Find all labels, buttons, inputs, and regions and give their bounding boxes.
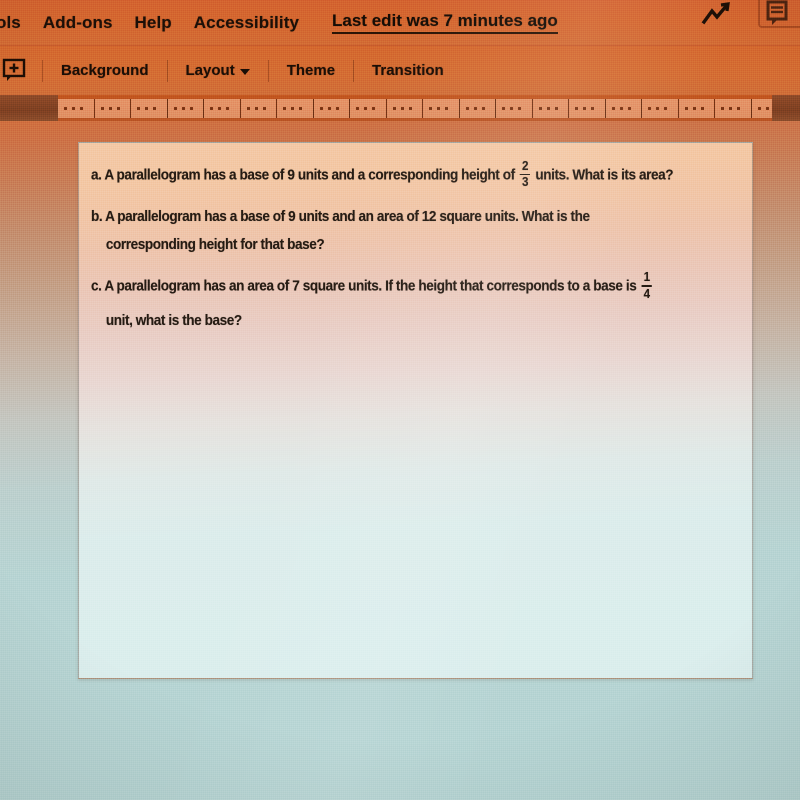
ruler-tick-group (131, 99, 168, 118)
toolbar-divider (166, 59, 168, 82)
menu-item-add-ons[interactable]: Add-ons (32, 13, 124, 33)
fraction-denominator: 3 (521, 175, 529, 190)
ruler-tick-group (350, 99, 387, 118)
question-line: unit, what is the base? (91, 314, 697, 329)
ruler-tick-group (715, 99, 752, 118)
photographed-screen: ols Add-ons Help Accessibility Last edit… (0, 0, 800, 800)
ruler-tick-group (314, 99, 350, 118)
question-text-run: unit, what is the base? (105, 313, 242, 330)
ruler-tick-group (387, 99, 423, 118)
background-button-label: Background (61, 62, 149, 79)
ruler-tick-group (606, 99, 642, 118)
layout-button-label: Layout (185, 62, 235, 79)
menu-item-tools[interactable]: ols (0, 13, 32, 33)
explore-icon[interactable] (700, 0, 734, 34)
fraction-numerator: 1 (643, 270, 650, 285)
last-edit-status[interactable]: Last edit was 7 minutes ago (332, 11, 558, 34)
ruler-right-gutter (772, 95, 800, 121)
question-line: c. A parallelogram has an area of 7 squa… (91, 270, 697, 301)
theme-button[interactable]: Theme (275, 62, 347, 79)
ruler-tick-group (533, 99, 569, 118)
ruler-tick-group (277, 99, 314, 118)
ruler-tick-group (423, 99, 460, 118)
question-text-run: c. A parallelogram has an area of 7 squa… (91, 278, 640, 295)
layout-button[interactable]: Layout (174, 62, 262, 79)
question-text-run: b. A parallelogram has a base of 9 units… (91, 209, 590, 226)
question-c: c. A parallelogram has an area of 7 squa… (91, 270, 697, 329)
present-button[interactable] (758, 0, 800, 28)
question-b: b. A parallelogram has a base of 9 units… (91, 210, 697, 252)
ruler-tick-group (58, 99, 95, 118)
menu-item-help[interactable]: Help (124, 13, 183, 33)
ruler-tick-group (496, 99, 533, 118)
question-a: a. A parallelogram has a base of 9 units… (91, 159, 697, 190)
slide-canvas[interactable]: a. A parallelogram has a base of 9 units… (78, 142, 753, 679)
question-line: a. A parallelogram has a base of 9 units… (91, 159, 697, 190)
question-text-run: units. What is its area? (532, 167, 674, 184)
toolbar-divider (42, 59, 43, 82)
toolbar-divider (267, 59, 269, 82)
fraction: 14 (641, 270, 652, 301)
question-text-box[interactable]: a. A parallelogram has a base of 9 units… (91, 159, 743, 342)
question-line: corresponding height for that base? (91, 236, 697, 253)
menu-bar: ols Add-ons Help Accessibility Last edit… (0, 0, 800, 45)
transition-button-label: Transition (372, 62, 444, 79)
fraction-numerator: 2 (521, 159, 529, 173)
toolbar-divider (353, 59, 355, 82)
transition-button[interactable]: Transition (360, 62, 456, 79)
ruler-tick-group (241, 99, 277, 118)
ruler-tick-group (569, 99, 606, 118)
question-line: b. A parallelogram has a base of 9 units… (91, 210, 697, 225)
ruler-left-gutter (0, 95, 58, 121)
new-slide-icon[interactable] (2, 58, 28, 84)
fraction-denominator: 4 (643, 286, 650, 301)
slides-toolbar: Background Layout Theme Transition (0, 45, 800, 95)
horizontal-ruler[interactable] (58, 99, 772, 118)
ruler-tick-group (460, 99, 496, 118)
ruler-tick-group (204, 99, 241, 118)
chevron-down-icon (239, 69, 250, 75)
ruler-tick-group (95, 99, 131, 118)
theme-button-label: Theme (286, 62, 336, 79)
ruler-tick-group (752, 99, 773, 118)
ruler-tick-group (679, 99, 715, 118)
question-text-run: a. A parallelogram has a base of 9 units… (91, 167, 519, 184)
background-button[interactable]: Background (49, 62, 161, 79)
menu-item-accessibility[interactable]: Accessibility (183, 13, 310, 33)
fraction: 23 (519, 159, 531, 190)
question-text-run: corresponding height for that base? (105, 236, 325, 253)
ruler-tick-group (168, 99, 204, 118)
ruler-tick-group (642, 99, 679, 118)
